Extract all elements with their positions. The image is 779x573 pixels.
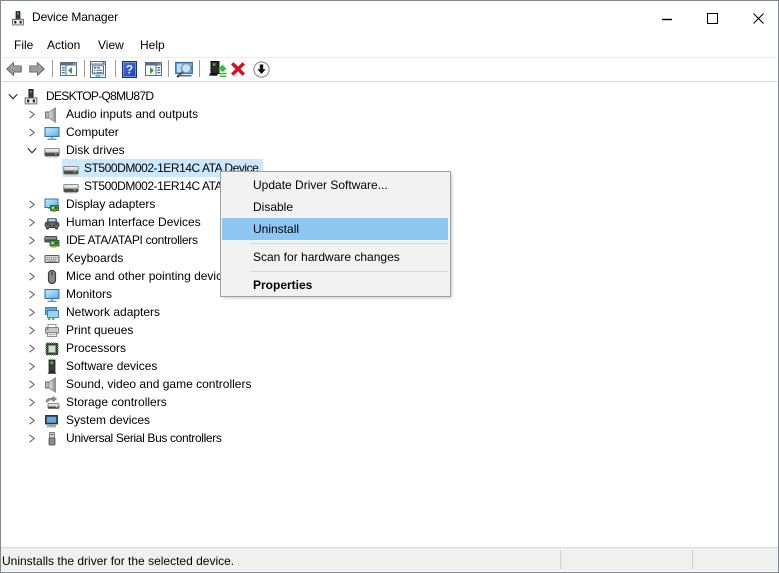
svg-text:?: ?	[126, 63, 133, 77]
